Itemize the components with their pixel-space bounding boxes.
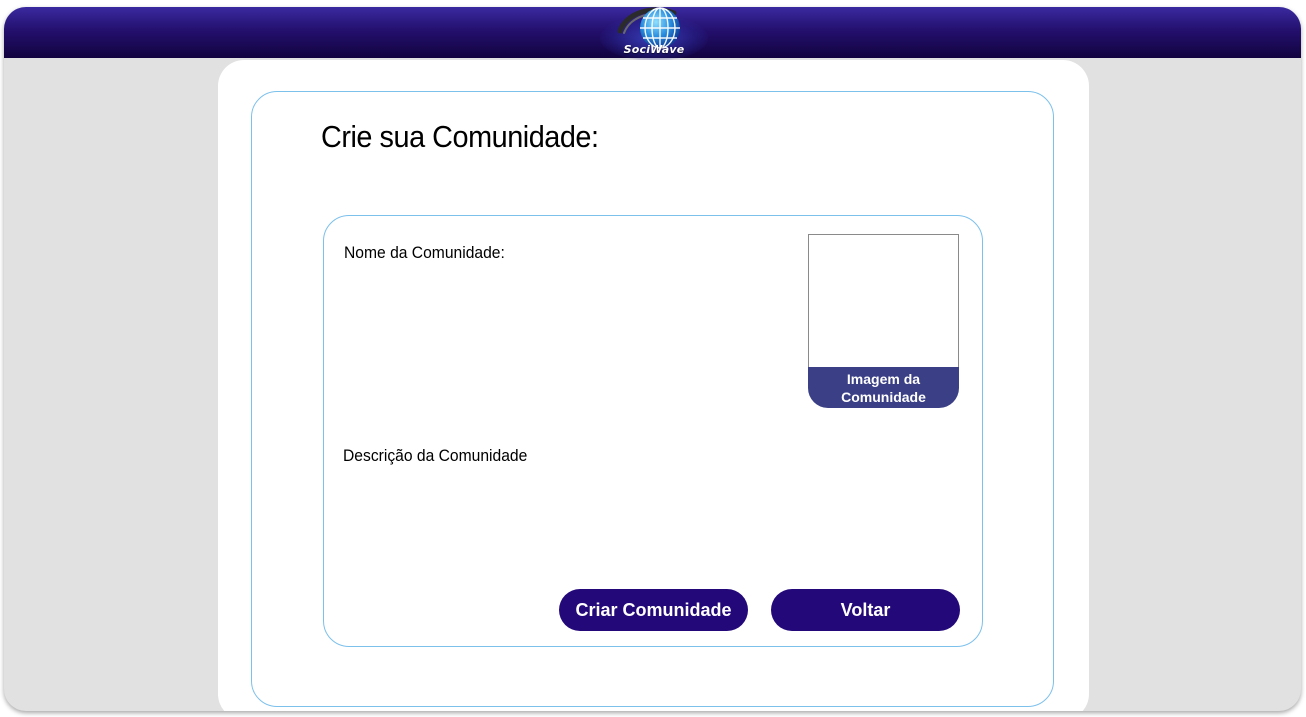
sociwave-logo[interactable]: SociWave: [594, 7, 714, 61]
community-description-input[interactable]: [340, 472, 944, 586]
create-community-button[interactable]: Criar Comunidade: [559, 589, 748, 631]
logo-text: SociWave: [623, 43, 685, 56]
community-image-preview[interactable]: [808, 234, 959, 367]
community-name-label: Nome da Comunidade:: [344, 243, 505, 262]
create-community-panel: Crie sua Comunidade: Nome da Comunidade:…: [251, 91, 1054, 707]
page-title: Crie sua Comunidade:: [321, 119, 599, 154]
app-window: SociWave Crie sua Comunidade: Nome da Co…: [4, 7, 1301, 711]
main-card: Crie sua Comunidade: Nome da Comunidade:…: [218, 60, 1089, 711]
image-caption-line2: Comunidade: [841, 389, 926, 405]
community-description-label: Descrição da Comunidade: [343, 446, 528, 465]
back-button[interactable]: Voltar: [771, 589, 960, 631]
image-caption-line1: Imagem da: [846, 371, 921, 387]
top-header-bar: SociWave: [4, 7, 1301, 61]
community-image-caption[interactable]: Imagem da Comunidade: [808, 367, 959, 408]
community-name-input[interactable]: [340, 268, 784, 402]
create-community-form: Nome da Comunidade: Imagem da Comunidade…: [323, 215, 983, 647]
community-image-upload[interactable]: Imagem da Comunidade: [808, 234, 959, 408]
